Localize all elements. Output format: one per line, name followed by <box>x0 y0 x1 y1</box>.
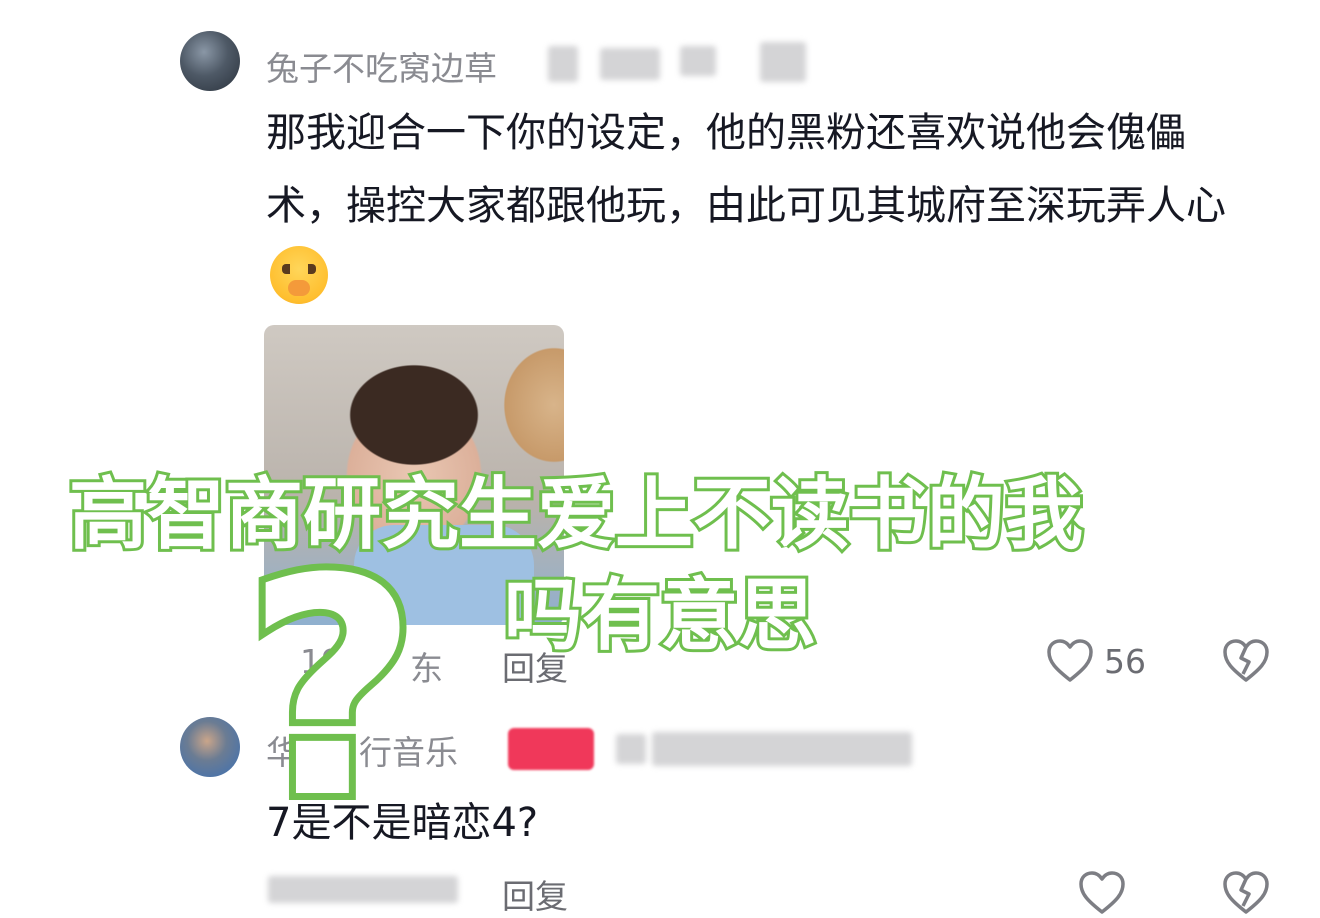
redacted-badge <box>652 732 912 766</box>
heart-icon[interactable] <box>1078 870 1126 916</box>
like-count: 56 <box>1104 642 1146 681</box>
crying-face-emoji <box>270 246 328 304</box>
comment-text: 那我迎合一下你的设定，他的黑粉还喜欢说他会傀儡术，操控大家都跟他玩，由此可见其城… <box>266 97 1241 316</box>
level-badge <box>508 728 594 770</box>
overlay-caption-line1: 高智商研究生爱上不读书的我 <box>66 467 1086 563</box>
commenter-avatar[interactable] <box>180 31 240 91</box>
redacted-badge <box>680 46 716 76</box>
redacted-meta <box>268 876 458 903</box>
dislike-broken-heart-icon[interactable] <box>1222 870 1270 916</box>
overlay-question-mark: ? <box>238 515 426 864</box>
reply-button[interactable]: 回复 <box>502 870 568 918</box>
redacted-badge <box>548 46 578 82</box>
dislike-broken-heart-icon[interactable] <box>1222 638 1270 684</box>
heart-icon[interactable] <box>1046 638 1094 684</box>
commenter-avatar[interactable] <box>180 717 240 777</box>
commenter-username[interactable]: 兔子不吃窝边草 <box>266 42 497 90</box>
redacted-badge <box>760 42 806 82</box>
redacted-badge <box>600 48 660 80</box>
redacted-badge <box>616 734 646 764</box>
reply-button[interactable]: 回复 <box>502 642 568 690</box>
